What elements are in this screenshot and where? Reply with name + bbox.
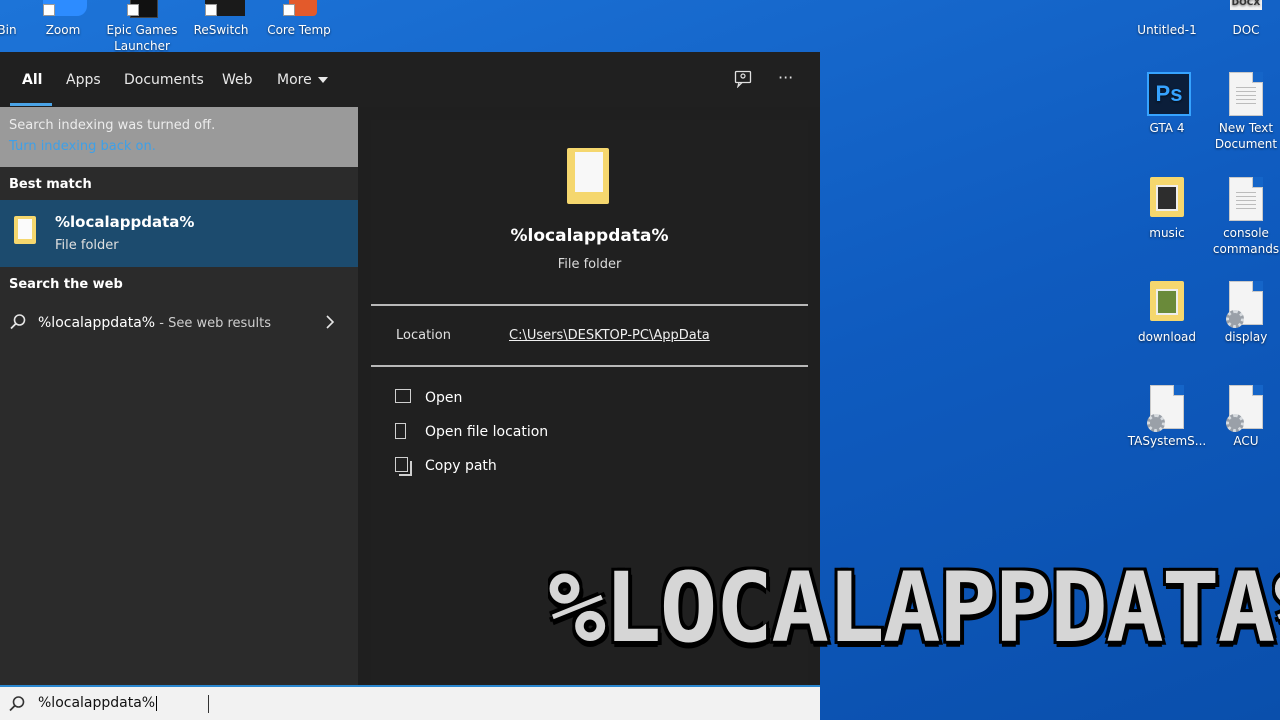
chevron-down-icon bbox=[317, 77, 328, 83]
desktop-icon-label: music bbox=[1149, 226, 1185, 240]
desktop-icon-tasystems[interactable]: TASystemS... bbox=[1126, 385, 1208, 449]
turn-indexing-on-link[interactable]: Turn indexing back on. bbox=[9, 139, 156, 155]
tab-apps[interactable]: Apps bbox=[66, 71, 101, 89]
desktop-icon-zoom[interactable]: Zoom bbox=[20, 0, 106, 38]
desktop-icon-label: Core Temp bbox=[267, 23, 331, 37]
desktop-icon-download[interactable]: download bbox=[1126, 281, 1208, 345]
location-path-link[interactable]: C:\Users\DESKTOP-PC\AppData bbox=[509, 328, 710, 343]
desktop-icon-core-temp[interactable]: Core Temp bbox=[256, 0, 342, 38]
search-icon bbox=[10, 314, 26, 330]
desktop-icon-label: console commands bbox=[1212, 226, 1280, 256]
desktop-icon-label: Epic Games Launcher bbox=[106, 23, 178, 53]
ellipsis-icon: ··· bbox=[778, 68, 794, 87]
desktop-icon-label: TASystemS... bbox=[1127, 434, 1207, 448]
desktop-icon-label: Untitled-1 bbox=[1137, 23, 1197, 37]
search-input-value: %localappdata% bbox=[38, 695, 156, 711]
core-temp-icon bbox=[279, 0, 319, 20]
action-label: Open bbox=[425, 390, 463, 406]
epic-games-icon bbox=[122, 0, 162, 20]
ibeam-cursor-icon bbox=[208, 695, 217, 713]
desktop-icon-acu[interactable]: ACU bbox=[1205, 385, 1280, 449]
desktop-icon-music[interactable]: music bbox=[1126, 177, 1208, 241]
desktop-icon-console-commands[interactable]: console commands bbox=[1205, 177, 1280, 257]
video-overlay-title: %LOCALAPPDATA% bbox=[548, 552, 1280, 664]
desktop-icon-label: Zoom bbox=[45, 23, 81, 37]
desktop-icon-label: download bbox=[1137, 330, 1197, 344]
desktop-icon-reswitch[interactable]: ReSwitch bbox=[178, 0, 264, 38]
docx-badge: DOCX bbox=[1230, 0, 1262, 10]
desktop-icon-new-text-document[interactable]: New Text Document bbox=[1205, 72, 1280, 152]
desktop-icon-display[interactable]: display bbox=[1205, 281, 1280, 345]
tab-more-label: More bbox=[277, 72, 312, 88]
search-input[interactable]: %localappdata% bbox=[38, 695, 158, 711]
ps-glyph: Ps bbox=[1147, 72, 1191, 116]
config-file-icon bbox=[1147, 385, 1187, 432]
reswitch-icon bbox=[201, 0, 245, 20]
action-label: Copy path bbox=[425, 458, 497, 474]
copy-icon bbox=[395, 457, 408, 472]
desktop-icon-label: ReSwitch bbox=[193, 23, 249, 37]
text-caret bbox=[156, 695, 158, 711]
indexing-notice: Search indexing was turned off. Turn ind… bbox=[0, 107, 358, 167]
image-file-icon bbox=[1147, 0, 1187, 18]
download-folder-icon bbox=[1147, 281, 1187, 325]
divider bbox=[371, 365, 808, 367]
desktop-icon-doc[interactable]: DOCX DOC bbox=[1205, 0, 1280, 38]
desktop-icon-label: New Text Document bbox=[1214, 121, 1278, 151]
folder-icon bbox=[14, 216, 36, 244]
desktop-icon-label: GTA 4 bbox=[1149, 121, 1185, 135]
config-file-icon bbox=[1226, 385, 1266, 432]
result-type: File folder bbox=[55, 238, 119, 253]
text-file-icon bbox=[1226, 177, 1266, 221]
more-options-button[interactable]: ··· bbox=[778, 69, 798, 89]
folder-icon bbox=[567, 148, 609, 204]
tab-web[interactable]: Web bbox=[222, 71, 253, 89]
best-match-result[interactable]: %localappdata% File folder bbox=[0, 200, 358, 267]
feedback-icon bbox=[734, 70, 752, 89]
chevron-right-icon bbox=[326, 315, 335, 329]
preview-type: File folder bbox=[557, 257, 622, 272]
web-results-suffix: - See web results bbox=[155, 316, 272, 331]
desktop-icon-label: DOC bbox=[1232, 23, 1260, 37]
best-match-heading: Best match bbox=[9, 177, 92, 192]
action-label: Open file location bbox=[425, 424, 549, 440]
tab-documents[interactable]: Documents bbox=[124, 71, 204, 89]
search-web-heading: Search the web bbox=[9, 277, 123, 292]
docx-file-icon: DOCX bbox=[1226, 0, 1266, 18]
open-icon bbox=[395, 389, 411, 403]
search-tabs-bar: All Apps Documents Web More ··· bbox=[0, 52, 820, 107]
search-box[interactable]: %localappdata% bbox=[0, 685, 820, 720]
web-query: %localappdata% bbox=[38, 315, 156, 331]
text-file-icon bbox=[1226, 72, 1266, 116]
divider bbox=[371, 304, 808, 306]
desktop-icon-epic-games[interactable]: Epic Games Launcher bbox=[99, 0, 185, 54]
desktop-icon-label: display bbox=[1224, 330, 1268, 344]
zoom-icon bbox=[43, 0, 87, 20]
feedback-button[interactable] bbox=[734, 70, 752, 89]
results-list: Search indexing was turned off. Turn ind… bbox=[0, 107, 358, 685]
web-search-result[interactable]: %localappdata% - See web results bbox=[0, 307, 358, 337]
desktop-icon-label: ACU bbox=[1233, 434, 1259, 448]
tab-all[interactable]: All bbox=[22, 71, 42, 89]
file-location-icon bbox=[395, 423, 406, 439]
desktop-icon-gta4[interactable]: Ps GTA 4 bbox=[1126, 72, 1208, 136]
tab-more[interactable]: More bbox=[277, 71, 328, 89]
result-title: %localappdata% bbox=[55, 213, 195, 231]
config-file-icon bbox=[1226, 281, 1266, 328]
photoshop-icon: Ps bbox=[1147, 72, 1191, 116]
desktop-icon-untitled[interactable]: Untitled-1 bbox=[1126, 0, 1208, 38]
search-icon bbox=[9, 696, 25, 712]
location-label: Location bbox=[396, 328, 451, 343]
music-folder-icon bbox=[1147, 177, 1187, 221]
indexing-notice-text: Search indexing was turned off. bbox=[9, 118, 216, 133]
preview-title: %localappdata% bbox=[510, 226, 669, 246]
active-tab-indicator bbox=[10, 103, 52, 106]
